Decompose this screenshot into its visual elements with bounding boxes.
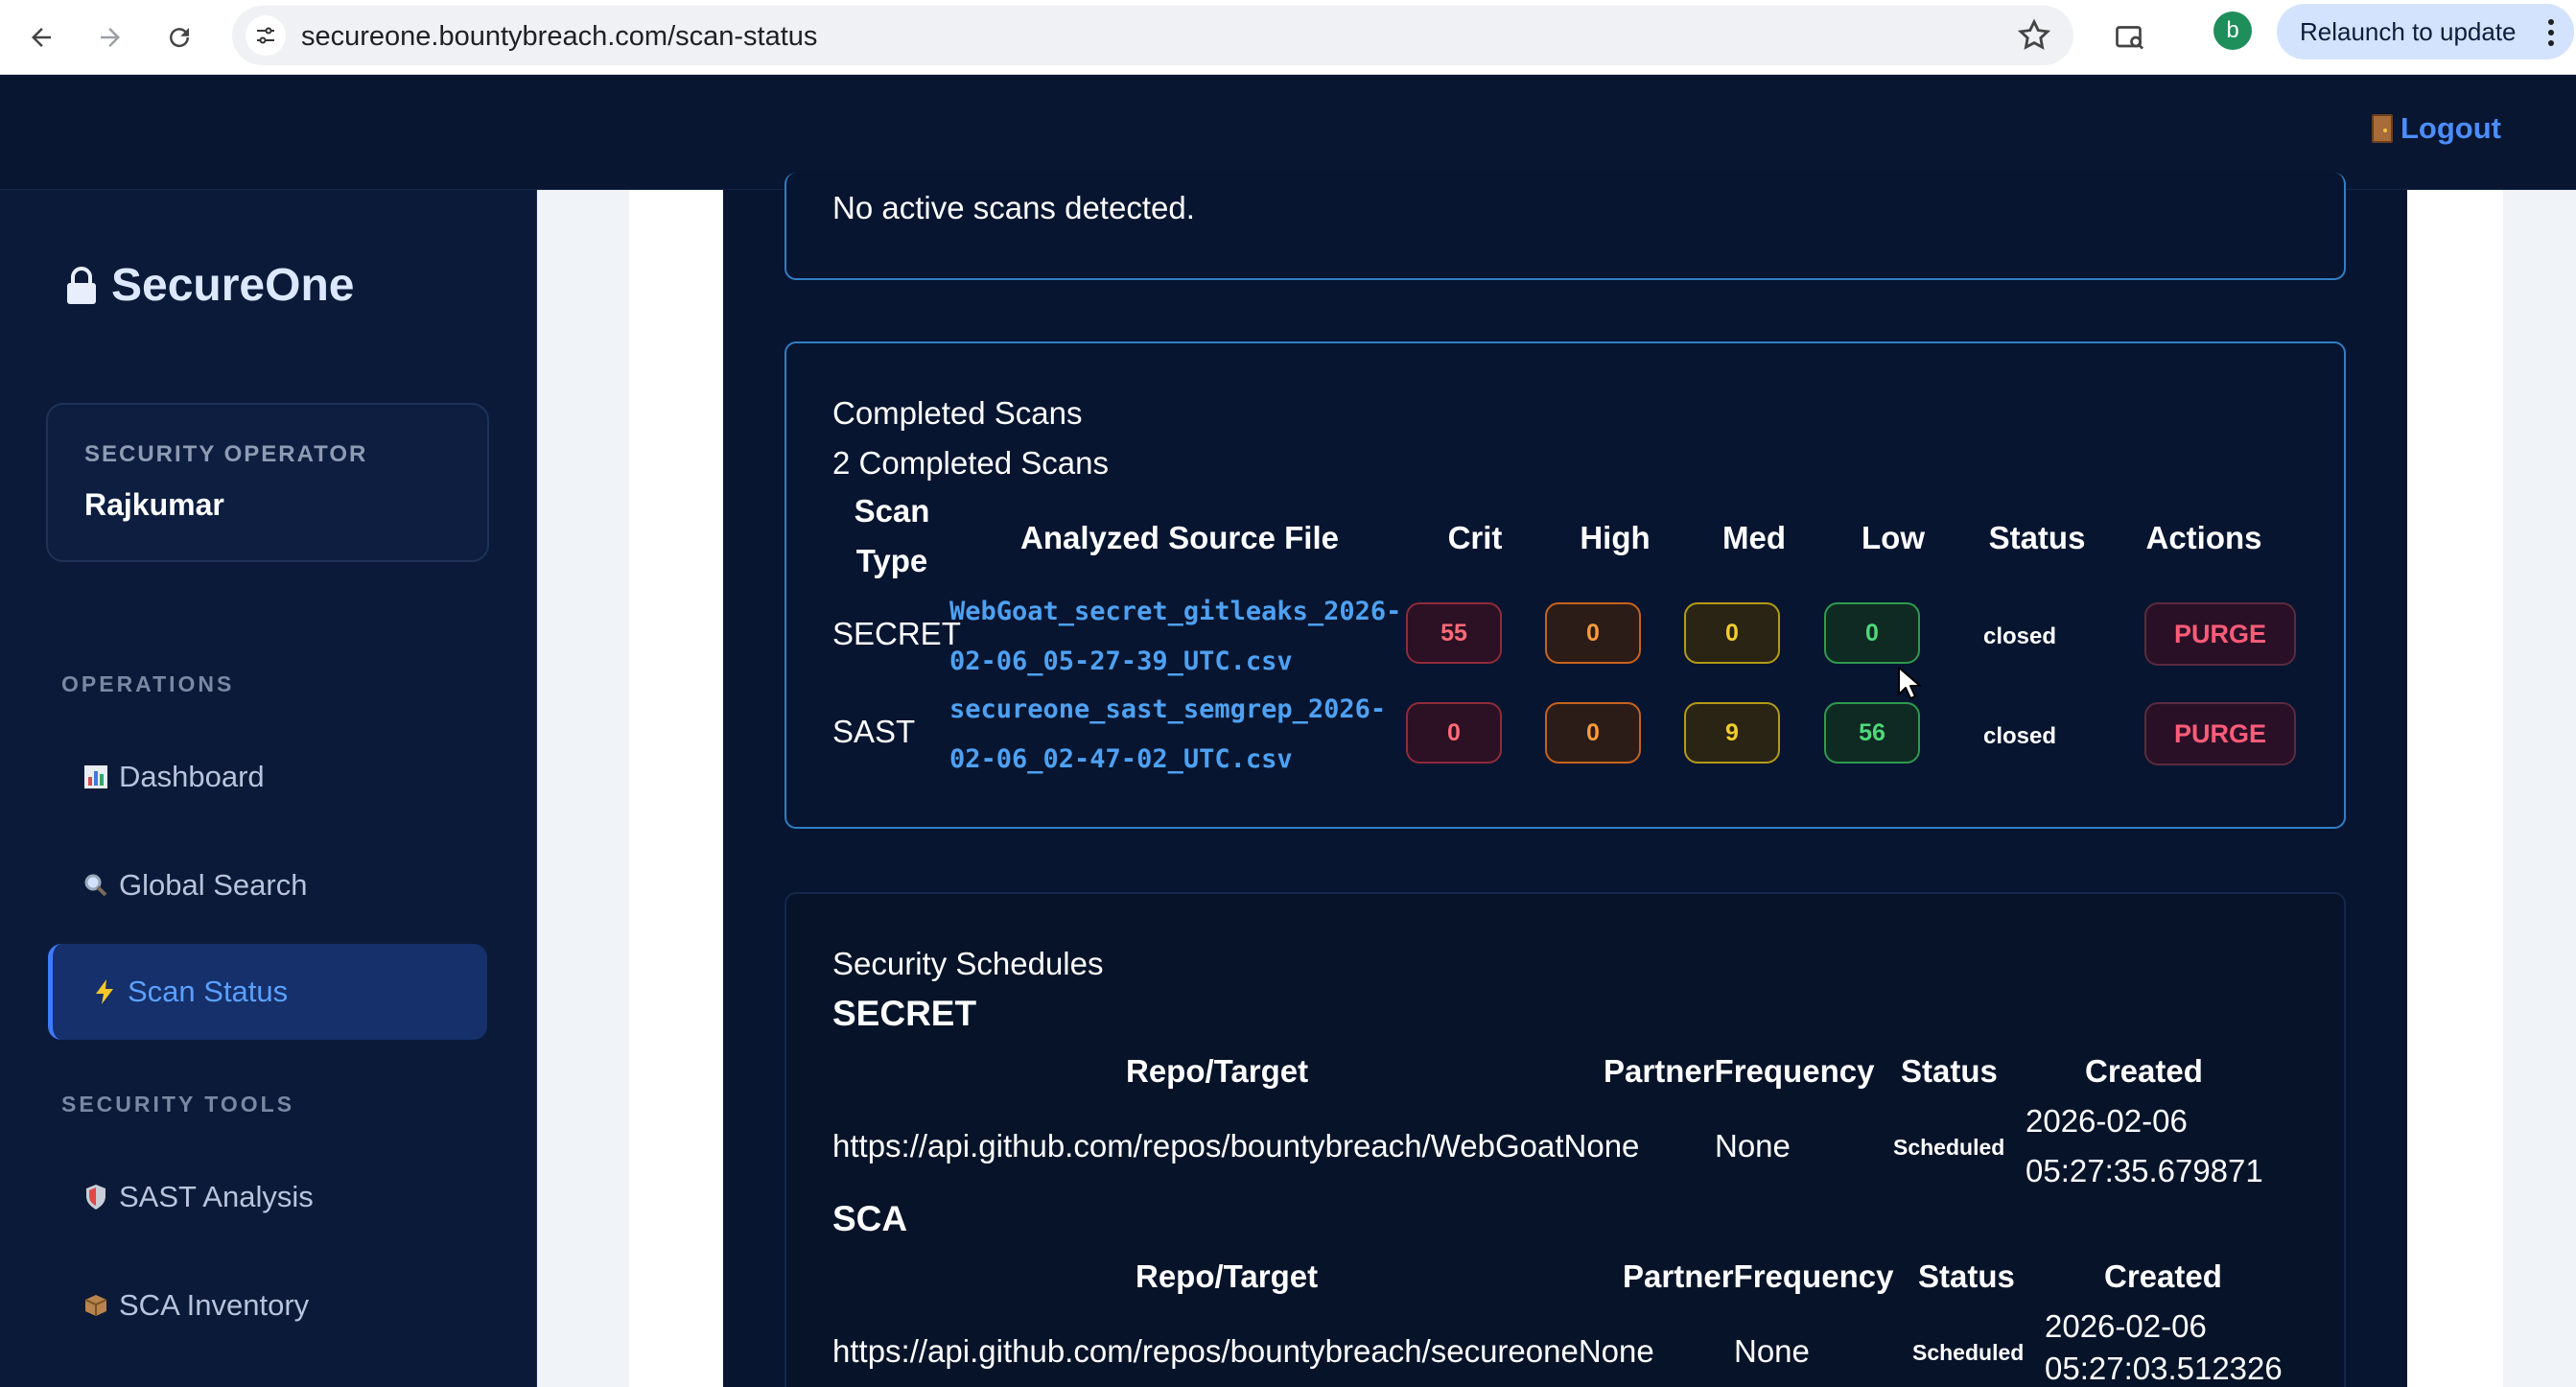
- schedule-status: Scheduled: [1893, 1135, 2005, 1160]
- reload-button[interactable]: [153, 12, 205, 63]
- sidebar-item-global-search[interactable]: Global Search: [48, 837, 487, 933]
- source-file-line1: WebGoat_secret_gitleaks_2026-: [949, 597, 1402, 626]
- back-arrow-icon: [32, 28, 51, 47]
- magnifier-icon: [82, 872, 109, 899]
- forward-button[interactable]: [84, 12, 136, 63]
- forward-arrow-icon: [101, 28, 120, 47]
- lock-icon: [67, 266, 96, 304]
- sidebar-item-scan-status[interactable]: Scan Status: [48, 944, 487, 1040]
- schedule-group-secret: SECRET: [832, 994, 977, 1033]
- col-low: Low: [1862, 520, 1925, 555]
- created-time: 05:27:03.512326: [2045, 1351, 2283, 1386]
- sidebar-item-label: Global Search: [119, 868, 308, 902]
- logout-label: Logout: [2400, 111, 2501, 145]
- low-count-badge: 56: [1824, 702, 1920, 764]
- med-count-badge: 9: [1684, 702, 1780, 764]
- col-scan-type-line1: Scan: [854, 493, 930, 529]
- col-status: Status: [1988, 520, 2086, 555]
- brand[interactable]: SecureOne: [65, 259, 354, 312]
- repo-target-url[interactable]: https://api.github.com/repos/bountybreac…: [832, 1333, 1654, 1370]
- purge-button[interactable]: PURGE: [2144, 702, 2296, 765]
- created-date: 2026-02-06: [2026, 1103, 2188, 1139]
- col-scan-type: Scan Type: [832, 493, 951, 579]
- scan-status-text: closed: [1983, 623, 2057, 649]
- source-file-link[interactable]: secureone_sast_semgrep_2026- 02-06_02-47…: [949, 685, 1386, 785]
- completed-scans-title: Completed Scans: [832, 395, 1083, 431]
- schedule-group-sca: SCA: [832, 1199, 908, 1238]
- purge-button[interactable]: PURGE: [2144, 602, 2296, 666]
- mouse-cursor-icon: [1898, 667, 1921, 699]
- high-count-badge: 0: [1545, 602, 1641, 664]
- sidebar-item-sast-analysis[interactable]: SAST Analysis: [48, 1149, 487, 1245]
- brand-name: SecureOne: [111, 260, 355, 311]
- package-icon: [82, 1292, 109, 1319]
- completed-scans-count: 2 Completed Scans: [832, 445, 1109, 481]
- active-scans-message: No active scans detected.: [832, 190, 1195, 225]
- frequency-value: None: [1715, 1128, 1791, 1164]
- operator-role: SECURITY OPERATOR: [84, 441, 368, 467]
- reload-icon: [170, 28, 190, 48]
- frequency-value: None: [1734, 1333, 1810, 1369]
- created-time: 05:27:35.679871: [2026, 1153, 2263, 1188]
- sidebar: SecureOne SECURITY OPERATOR Rajkumar OPE…: [0, 190, 537, 1387]
- site-settings-icon[interactable]: [246, 15, 286, 56]
- crit-count-badge: 55: [1406, 602, 1502, 664]
- col-partner-frequency: PartnerFrequency: [1604, 1053, 1875, 1089]
- col-status: Status: [1918, 1258, 2015, 1294]
- door-icon: [2371, 114, 2393, 143]
- bar-chart-icon: [82, 764, 109, 790]
- col-partner-frequency: PartnerFrequency: [1623, 1258, 1894, 1294]
- schedule-status: Scheduled: [1912, 1340, 2025, 1365]
- col-actions: Actions: [2145, 520, 2262, 555]
- active-scans-card: [785, 173, 2346, 280]
- col-status: Status: [1901, 1053, 1998, 1089]
- col-created: Created: [2104, 1258, 2222, 1294]
- sidebar-item-label: SCA Inventory: [119, 1288, 310, 1322]
- col-high: High: [1580, 520, 1651, 555]
- created-date: 2026-02-06: [2045, 1308, 2207, 1344]
- shield-icon: [82, 1184, 109, 1211]
- address-bar[interactable]: secureone.bountybreach.com/scan-status: [232, 6, 2073, 65]
- schedules-title: Security Schedules: [832, 946, 1104, 981]
- relaunch-label: Relaunch to update: [2300, 16, 2517, 46]
- logout-button[interactable]: Logout: [2371, 111, 2501, 146]
- lightning-icon: [91, 978, 118, 1005]
- source-file-line2: 02-06_05-27-39_UTC.csv: [949, 646, 1293, 676]
- col-med: Med: [1722, 520, 1786, 555]
- url-text: secureone.bountybreach.com/scan-status: [301, 21, 818, 52]
- sidebar-item-label: Scan Status: [128, 975, 289, 1008]
- scan-type: SAST: [832, 714, 916, 749]
- browser-toolbar: secureone.bountybreach.com/scan-status b…: [0, 0, 2576, 75]
- section-security-tools: SECURITY TOOLS: [61, 1092, 295, 1117]
- relaunch-button[interactable]: Relaunch to update: [2277, 4, 2574, 59]
- source-file-line2: 02-06_02-47-02_UTC.csv: [949, 744, 1293, 774]
- profile-avatar[interactable]: b: [2213, 12, 2252, 50]
- section-operations: OPERATIONS: [61, 671, 235, 696]
- sidebar-item-dashboard[interactable]: Dashboard: [48, 729, 487, 825]
- med-count-badge: 0: [1684, 602, 1780, 664]
- scan-status-text: closed: [1983, 723, 2057, 749]
- high-count-badge: 0: [1545, 702, 1641, 764]
- more-menu-icon[interactable]: [2547, 19, 2555, 46]
- operator-card: SECURITY OPERATOR Rajkumar: [46, 403, 489, 562]
- operator-name: Rajkumar: [84, 487, 224, 522]
- back-button[interactable]: [15, 12, 67, 63]
- tab-search-icon[interactable]: [2106, 13, 2154, 61]
- source-file-link[interactable]: WebGoat_secret_gitleaks_2026- 02-06_05-2…: [949, 587, 1401, 687]
- repo-target-url[interactable]: https://api.github.com/repos/bountybreac…: [832, 1128, 1639, 1164]
- sidebar-item-label: SAST Analysis: [119, 1180, 314, 1213]
- bookmark-star-icon[interactable]: [2016, 17, 2052, 54]
- col-created: Created: [2085, 1053, 2203, 1089]
- sidebar-item-sca-inventory[interactable]: SCA Inventory: [48, 1258, 487, 1353]
- low-count-badge: 0: [1824, 602, 1920, 664]
- col-repo-target: Repo/Target: [1126, 1053, 1309, 1089]
- col-crit: Crit: [1447, 520, 1503, 555]
- col-repo-target: Repo/Target: [1136, 1258, 1319, 1294]
- source-file-line1: secureone_sast_semgrep_2026-: [949, 694, 1387, 724]
- crit-count-badge: 0: [1406, 702, 1502, 764]
- col-file: Analyzed Source File: [1020, 520, 1339, 555]
- col-scan-type-line2: Type: [855, 543, 928, 578]
- sidebar-item-label: Dashboard: [119, 760, 265, 793]
- scan-type: SECRET: [832, 616, 961, 651]
